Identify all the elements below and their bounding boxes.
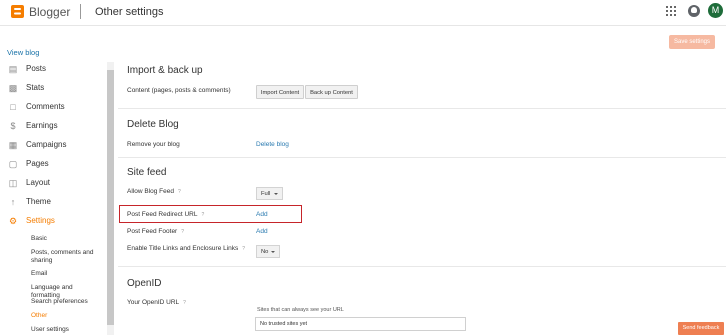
- sidebar-item-label: Pages: [26, 159, 49, 168]
- openid-url-text: Your OpenID URL: [127, 299, 180, 306]
- section-title-site-feed: Site feed: [127, 167, 167, 178]
- content-row-label: Content (pages, posts & comments): [127, 87, 231, 94]
- trusted-sites-list: No trusted sites yet: [255, 317, 466, 331]
- sidebar-item-label: Theme: [26, 197, 51, 206]
- sidebar-item-comments[interactable]: □ Comments: [0, 99, 108, 117]
- openid-url-label: Your OpenID URL?: [127, 299, 186, 306]
- settings-sub-user-settings[interactable]: User settings: [31, 326, 103, 334]
- import-content-button[interactable]: Import Content: [256, 85, 304, 99]
- posts-icon: ▤: [8, 64, 18, 74]
- post-feed-footer-label: Post Feed Footer?: [127, 228, 184, 235]
- delete-blog-link[interactable]: Delete blog: [256, 141, 289, 148]
- post-feed-footer-text: Post Feed Footer: [127, 228, 178, 235]
- section-divider: [118, 108, 726, 109]
- section-title-delete-blog: Delete Blog: [127, 119, 179, 130]
- sidebar-item-posts[interactable]: ▤ Posts: [0, 61, 108, 79]
- sidebar-item-campaigns[interactable]: ▦ Campaigns: [0, 137, 108, 155]
- enable-title-links-text: Enable Title Links and Enclosure Links: [127, 245, 239, 252]
- sidebar-item-label: Campaigns: [26, 140, 67, 149]
- section-title-openid: OpenID: [127, 278, 162, 289]
- sidebar-item-label: Comments: [26, 102, 65, 111]
- trusted-sites-label: Sites that can always see your URL: [257, 307, 344, 313]
- sidebar-scroll-thumb[interactable]: [107, 70, 114, 325]
- sidebar-item-settings[interactable]: ⚙ Settings: [0, 213, 108, 231]
- help-icon[interactable]: ?: [178, 189, 181, 195]
- post-feed-footer-add-link[interactable]: Add: [256, 228, 268, 235]
- section-divider: [118, 157, 726, 158]
- sidebar-item-label: Stats: [26, 83, 45, 92]
- enable-title-links-value: No: [261, 249, 269, 255]
- theme-icon: ↑: [10, 197, 16, 207]
- settings-sub-basic[interactable]: Basic: [31, 235, 103, 243]
- help-icon[interactable]: ?: [183, 300, 186, 306]
- settings-sub-email[interactable]: Email: [31, 270, 103, 278]
- campaigns-icon: ▦: [8, 140, 18, 150]
- allow-blog-feed-label: Allow Blog Feed?: [127, 188, 181, 195]
- sidebar-item-theme[interactable]: ↑ Theme: [0, 194, 108, 212]
- blogger-logo-icon[interactable]: [11, 5, 24, 18]
- stats-icon: ▩: [8, 83, 18, 93]
- section-divider: [118, 266, 726, 267]
- apps-grid-icon[interactable]: [666, 6, 676, 16]
- sidebar-item-stats[interactable]: ▩ Stats: [0, 80, 108, 98]
- settings-sub-posts-comments-sharing[interactable]: Posts, comments and sharing: [31, 249, 103, 265]
- allow-blog-feed-text: Allow Blog Feed: [127, 188, 174, 195]
- chevron-down-icon: [274, 193, 278, 195]
- sidebar-item-label: Layout: [26, 178, 51, 187]
- post-feed-redirect-add-link[interactable]: Add: [256, 211, 268, 218]
- help-icon[interactable]: ?: [242, 246, 245, 252]
- gear-icon: ⚙: [8, 216, 18, 226]
- notifications-icon[interactable]: [688, 5, 700, 17]
- backup-content-button[interactable]: Back up Content: [305, 85, 358, 99]
- page-title: Other settings: [95, 6, 164, 18]
- save-settings-button[interactable]: Save settings: [669, 35, 715, 49]
- help-icon[interactable]: ?: [201, 212, 204, 218]
- post-feed-redirect-label: Post Feed Redirect URL?: [127, 211, 204, 218]
- sidebar-item-label: Posts: [26, 64, 47, 73]
- layout-icon: ◫: [8, 178, 18, 188]
- brand-name[interactable]: Blogger: [29, 5, 70, 19]
- comments-icon: □: [10, 102, 16, 112]
- enable-title-links-select[interactable]: No: [256, 245, 280, 258]
- sidebar-item-label: Earnings: [26, 121, 58, 130]
- post-feed-redirect-text: Post Feed Redirect URL: [127, 211, 198, 218]
- enable-title-links-label: Enable Title Links and Enclosure Links?: [127, 245, 245, 252]
- chevron-down-icon: [271, 251, 275, 253]
- dollar-icon: $: [10, 121, 16, 131]
- section-title-import-backup: Import & back up: [127, 65, 203, 76]
- settings-sub-search[interactable]: Search preferences: [31, 298, 103, 306]
- sidebar-item-layout[interactable]: ◫ Layout: [0, 175, 108, 193]
- top-bar: Blogger Other settings M: [0, 0, 726, 26]
- sidebar-item-label: Settings: [26, 216, 55, 225]
- settings-sub-other[interactable]: Other: [31, 312, 103, 320]
- sidebar-item-pages[interactable]: ▢ Pages: [0, 156, 108, 174]
- title-divider: [80, 4, 81, 19]
- sidebar-item-earnings[interactable]: $ Earnings: [0, 118, 108, 136]
- remove-blog-label: Remove your blog: [127, 141, 180, 148]
- view-blog-link[interactable]: View blog: [7, 48, 39, 57]
- allow-blog-feed-value: Full: [261, 191, 271, 197]
- allow-blog-feed-select[interactable]: Full: [256, 187, 283, 200]
- help-icon[interactable]: ?: [181, 229, 184, 235]
- send-feedback-button[interactable]: Send feedback: [678, 322, 724, 335]
- pages-icon: ▢: [8, 159, 18, 169]
- avatar[interactable]: M: [708, 3, 723, 18]
